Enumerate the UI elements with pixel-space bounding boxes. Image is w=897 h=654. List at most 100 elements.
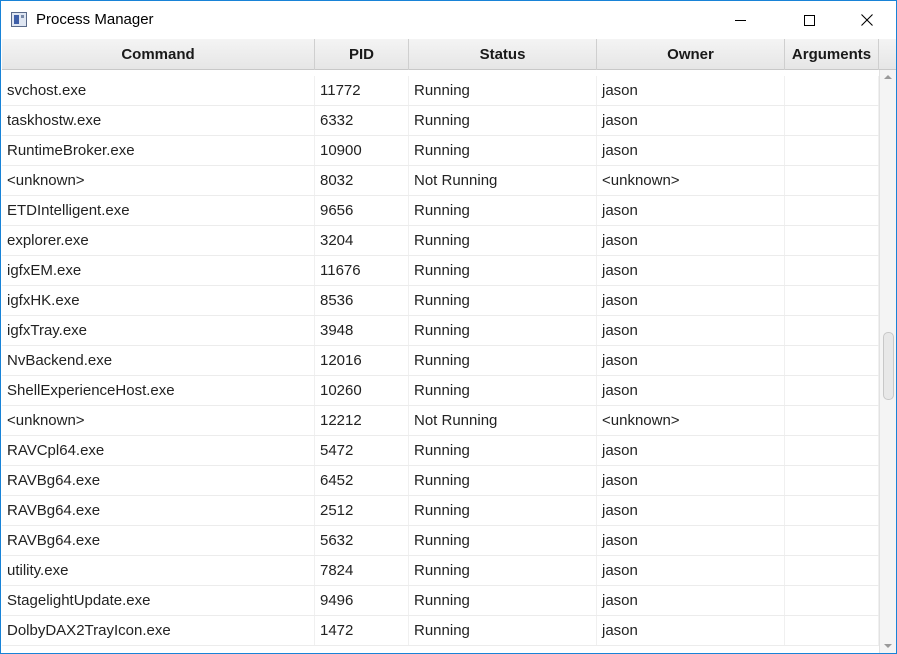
cell-status: Running — [409, 226, 597, 255]
table-row[interactable]: NvBackend.exe 12016 Running jason — [2, 346, 879, 376]
cell-command: RAVBg64.exe — [2, 496, 315, 525]
cell-arguments — [785, 376, 879, 405]
column-header-command[interactable]: Command — [2, 39, 315, 70]
table-row[interactable]: explorer.exe 3204 Running jason — [2, 226, 879, 256]
cell-command: <unknown> — [2, 166, 315, 195]
table-row[interactable]: RAVBg64.exe 2512 Running jason — [2, 496, 879, 526]
cell-pid: 8536 — [315, 286, 409, 315]
cell-owner: <unknown> — [597, 166, 785, 195]
cell-pid: 5632 — [315, 526, 409, 555]
cell-command: explorer.exe — [2, 226, 315, 255]
cell-status: Running — [409, 616, 597, 645]
window-title: Process Manager — [36, 11, 154, 28]
cell-owner: jason — [597, 256, 785, 285]
table-row[interactable]: RAVBg64.exe 5632 Running jason — [2, 526, 879, 556]
cell-owner: jason — [597, 586, 785, 615]
scroll-up-arrow-icon — [884, 75, 892, 79]
cell-owner: jason — [597, 286, 785, 315]
table-body: svchost.exe 11772 Running jason taskhostw.ex… — [2, 70, 879, 653]
cell-status: Not Running — [409, 166, 597, 195]
table-row[interactable]: ETDIntelligent.exe 9656 Running jason — [2, 196, 879, 226]
cell-arguments — [785, 76, 879, 105]
table-row[interactable]: ShellExperienceHost.exe 10260 Running jason — [2, 376, 879, 406]
cell-command: utility.exe — [2, 556, 315, 585]
cell-arguments — [785, 286, 879, 315]
cell-pid: 6332 — [315, 106, 409, 135]
cell-owner: jason — [597, 556, 785, 585]
column-header-arguments[interactable]: Arguments — [785, 39, 879, 70]
cell-owner: jason — [597, 346, 785, 375]
cell-pid: 12016 — [315, 346, 409, 375]
scroll-down-arrow-icon — [884, 644, 892, 648]
cell-arguments — [785, 436, 879, 465]
scrollbar-thumb[interactable] — [883, 332, 894, 400]
cell-status: Running — [409, 76, 597, 105]
cell-owner: jason — [597, 136, 785, 165]
table-row[interactable]: svchost.exe 11772 Running jason — [2, 76, 879, 106]
table-row[interactable]: StagelightUpdate.exe 9496 Running jason — [2, 586, 879, 616]
scroll-up-button[interactable] — [880, 70, 896, 84]
cell-owner: jason — [597, 226, 785, 255]
title-bar[interactable]: Process Manager — [1, 1, 896, 39]
table-header: Command PID Status Owner Arguments — [2, 39, 896, 70]
cell-pid: 1472 — [315, 616, 409, 645]
cell-pid: 9496 — [315, 586, 409, 615]
cell-owner: jason — [597, 466, 785, 495]
cell-arguments — [785, 196, 879, 225]
cell-status: Running — [409, 196, 597, 225]
cell-status: Running — [409, 556, 597, 585]
cell-pid: 5472 — [315, 436, 409, 465]
cell-status: Running — [409, 286, 597, 315]
cell-pid: 11772 — [315, 76, 409, 105]
cell-owner: jason — [597, 106, 785, 135]
close-button[interactable] — [844, 1, 890, 39]
cell-command: taskhostw.exe — [2, 106, 315, 135]
cell-command: igfxEM.exe — [2, 256, 315, 285]
cell-owner: jason — [597, 376, 785, 405]
cell-status: Running — [409, 466, 597, 495]
table-row[interactable]: RuntimeBroker.exe 10900 Running jason — [2, 136, 879, 166]
column-header-pid[interactable]: PID — [315, 39, 409, 70]
cell-arguments — [785, 166, 879, 195]
table-row[interactable]: <unknown> 8032 Not Running <unknown> — [2, 166, 879, 196]
column-header-status[interactable]: Status — [409, 39, 597, 70]
cell-arguments — [785, 136, 879, 165]
cell-status: Not Running — [409, 406, 597, 435]
cell-command: ShellExperienceHost.exe — [2, 376, 315, 405]
minimize-button[interactable] — [717, 1, 763, 39]
cell-command: RAVCpl64.exe — [2, 436, 315, 465]
table-row[interactable]: taskhostw.exe 6332 Running jason — [2, 106, 879, 136]
table-row[interactable]: igfxEM.exe 11676 Running jason — [2, 256, 879, 286]
cell-status: Running — [409, 436, 597, 465]
scroll-down-button[interactable] — [880, 639, 896, 653]
table-row[interactable]: <unknown> 12212 Not Running <unknown> — [2, 406, 879, 436]
cell-pid: 9656 — [315, 196, 409, 225]
table-row[interactable]: igfxTray.exe 3948 Running jason — [2, 316, 879, 346]
cell-command: <unknown> — [2, 406, 315, 435]
cell-arguments — [785, 616, 879, 645]
cell-status: Running — [409, 376, 597, 405]
cell-arguments — [785, 316, 879, 345]
maximize-button[interactable] — [786, 1, 832, 39]
vertical-scrollbar[interactable] — [879, 70, 896, 653]
table-row[interactable]: RAVCpl64.exe 5472 Running jason — [2, 436, 879, 466]
table-row[interactable]: RAVBg64.exe 6452 Running jason — [2, 466, 879, 496]
minimize-icon — [734, 19, 746, 21]
cell-command: svchost.exe — [2, 76, 315, 105]
cell-status: Running — [409, 316, 597, 345]
cell-arguments — [785, 556, 879, 585]
header-corner — [879, 39, 896, 70]
cell-pid: 3204 — [315, 226, 409, 255]
table-row[interactable]: DolbyDAX2TrayIcon.exe 1472 Running jason — [2, 616, 879, 646]
cell-arguments — [785, 256, 879, 285]
cell-owner: jason — [597, 496, 785, 525]
cell-owner: jason — [597, 76, 785, 105]
table-row[interactable]: igfxHK.exe 8536 Running jason — [2, 286, 879, 316]
cell-status: Running — [409, 586, 597, 615]
table-row[interactable]: utility.exe 7824 Running jason — [2, 556, 879, 586]
app-window-icon — [11, 12, 27, 27]
cell-pid: 6452 — [315, 466, 409, 495]
close-icon — [861, 14, 873, 26]
column-header-owner[interactable]: Owner — [597, 39, 785, 70]
cell-pid: 8032 — [315, 166, 409, 195]
